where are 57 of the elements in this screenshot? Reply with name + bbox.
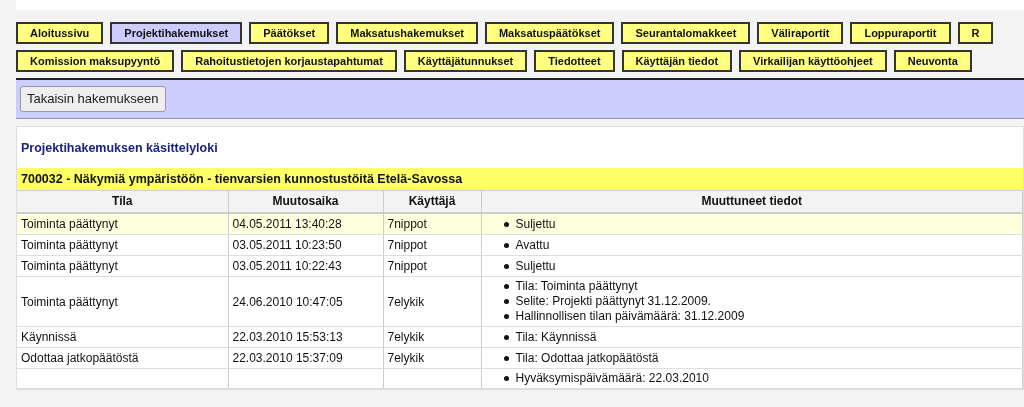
nav-tab[interactable]: Virkailijan käyttöohjeet	[739, 50, 887, 72]
nav-tab[interactable]: Aloitussivu	[16, 22, 104, 44]
table-cell: 7elykik	[383, 326, 481, 348]
back-button[interactable]: Takaisin hakemukseen	[20, 86, 166, 112]
change-item: Suljettu	[515, 258, 556, 274]
table-cell: Toiminta päättynyt	[17, 255, 228, 277]
table-cell: 22.03.2010 15:53:13	[228, 326, 383, 348]
table-cell: 03.05.2011 10:23:50	[228, 234, 383, 256]
bullet-icon	[503, 242, 509, 248]
table-cell: 7nippot	[383, 255, 481, 277]
column-header: Muutosaika	[228, 191, 383, 214]
nav-tab[interactable]: Neuvonta	[893, 50, 972, 72]
table-cell: 24.06.2010 10:47:05	[228, 276, 383, 327]
change-item: Hallinnollisen tilan päivämäärä: 31.12.2009	[515, 309, 745, 325]
nav-tab[interactable]: R	[957, 22, 994, 44]
column-header: Käyttäjä	[383, 191, 481, 214]
change-item: Tila: Käynnissä	[515, 329, 597, 345]
log-title: Projektihakemuksen käsittelyloki	[20, 139, 219, 157]
change-item: Tila: Toiminta päättynyt	[515, 279, 638, 295]
change-item: Avattu	[515, 237, 550, 253]
change-item: Selite: Projekti päättynyt 31.12.2009.	[515, 294, 711, 310]
table-cell: Toiminta päättynyt	[17, 276, 228, 327]
project-heading: 700032 - Näkymiä ympäristöön - tienvarsien kunnostustöitä Etelä-Savossa	[17, 167, 1023, 192]
column-header: Tila	[17, 191, 228, 214]
table-cell: Odottaa jatkopäätöstä	[17, 347, 228, 369]
bullet-icon	[503, 299, 509, 305]
table-cell: Toiminta päättynyt	[17, 234, 228, 256]
change-item: Hyväksymispäivämäärä: 22.03.2010	[515, 371, 709, 387]
table-cell: Käynnissä	[17, 326, 228, 348]
nav-tab[interactable]: Maksatuspäätökset	[484, 22, 615, 44]
nav-tab[interactable]: Väliraportit	[757, 22, 844, 44]
nav-tab[interactable]: Projektihakemukset	[110, 22, 243, 44]
bullet-icon	[503, 355, 509, 361]
nav-tab[interactable]: Maksatushakemukset	[336, 22, 478, 44]
nav-tab[interactable]: Käyttäjätunnukset	[403, 50, 528, 72]
table-cell: 03.05.2011 10:22:43	[228, 255, 383, 277]
nav-tab[interactable]: Tiedotteet	[534, 50, 615, 72]
bullet-icon	[503, 334, 509, 340]
nav-tab[interactable]: Rahoitustietojen korjaustapahtumat	[181, 50, 397, 72]
table-cell: 7elykik	[383, 347, 481, 369]
bullet-icon	[503, 284, 509, 290]
bullet-icon	[503, 263, 509, 269]
nav-tab[interactable]: Seurantalomakkeet	[621, 22, 751, 44]
column-header: Muuttuneet tiedot	[481, 191, 1023, 214]
table-cell: Toiminta päättynyt	[17, 213, 228, 235]
nav-tab[interactable]: Loppuraportit	[850, 22, 951, 44]
change-item: Tila: Odottaa jatkopäätöstä	[515, 350, 659, 366]
table-cell: 22.03.2010 15:37:09	[228, 347, 383, 369]
bullet-icon	[503, 376, 509, 382]
table-cell: 7nippot	[383, 234, 481, 256]
table-cell: 7elykik	[383, 276, 481, 327]
nav-tab[interactable]: Komission maksupyyntö	[16, 50, 175, 72]
nav-tab[interactable]: Käyttäjän tiedot	[621, 50, 733, 72]
change-item: Suljettu	[515, 216, 556, 232]
bullet-icon	[503, 221, 509, 227]
bullet-icon	[503, 314, 509, 320]
nav-tab[interactable]: Päätökset	[249, 22, 330, 44]
